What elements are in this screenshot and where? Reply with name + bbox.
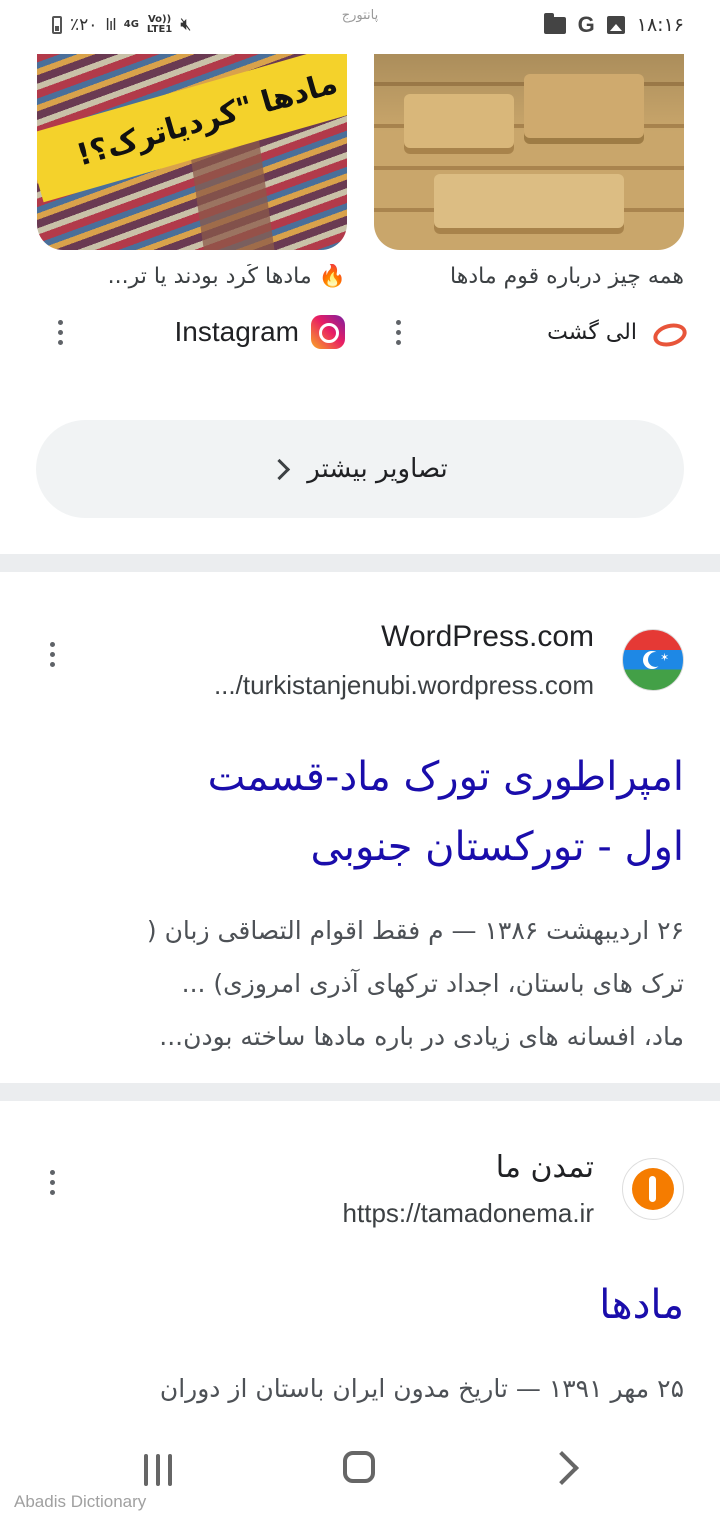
- result-title[interactable]: امپراطوری تورک ماد-قسمت اول - تورکستان ج…: [44, 742, 684, 882]
- more-options-icon[interactable]: [42, 1162, 62, 1202]
- status-bar: ٪۲۰ lıl 4G Vo)) LTE1 🔇︎ پانتورج G ۱۸:۱۶: [0, 0, 720, 54]
- status-right: G ۱۸:۱۶: [543, 12, 684, 38]
- result-title-line: اول - تورکستان جنوبی: [310, 824, 684, 870]
- gallery-icon: [606, 16, 625, 34]
- thumbnail-banner-text: مادها "کردیاترک؟!: [37, 54, 347, 203]
- google-icon: G: [577, 12, 595, 37]
- back-icon[interactable]: [545, 1451, 579, 1485]
- site-url[interactable]: .../turkistanjenubi.wordpress.com: [214, 670, 594, 701]
- more-options-icon[interactable]: [42, 634, 62, 674]
- result-title-line: امپراطوری تورک ماد-قسمت: [207, 754, 684, 800]
- recent-apps-icon[interactable]: [144, 1454, 178, 1486]
- site-favicon: ✶: [622, 629, 684, 691]
- result-snippet: ۲۵ مهر ۱۳۹۱ — تاریخ مدون ایران باستان از…: [36, 1362, 684, 1415]
- tamadon-logo-icon: [632, 1168, 674, 1210]
- result-snippet: ۲۶ اردیبهشت ۱۳۸۶ — م فقط اقوام التصاقی ز…: [36, 904, 684, 1063]
- folder-icon: [543, 12, 566, 34]
- instagram-icon: [311, 315, 345, 349]
- home-icon[interactable]: [343, 1451, 375, 1483]
- more-images-label: تصاویر بیشتر: [307, 454, 448, 484]
- image-source[interactable]: الی گشت: [460, 310, 685, 354]
- result-title[interactable]: مادها: [44, 1270, 684, 1340]
- star-icon: ✶: [660, 651, 670, 664]
- site-url[interactable]: https://tamadonema.ir: [343, 1198, 594, 1229]
- image-source[interactable]: Instagram: [150, 310, 345, 354]
- image-result-thumbnail[interactable]: [374, 54, 684, 250]
- image-result-thumbnail[interactable]: مادها "کردیاترک؟!: [37, 54, 347, 250]
- site-name[interactable]: تمدن ما: [496, 1150, 594, 1185]
- clock: ۱۸:۱۶: [636, 14, 684, 36]
- site-name[interactable]: WordPress.com: [381, 620, 594, 654]
- more-images-button[interactable]: تصاویر بیشتر: [36, 420, 684, 518]
- snippet-line: ترک های باستان، اجداد ترکهای آذری امروزی…: [181, 969, 684, 998]
- image-result-caption[interactable]: همه چیز درباره قوم مادها: [384, 264, 684, 289]
- thumbnail-detail: [524, 74, 644, 144]
- snippet-line: ۲۵ مهر ۱۳۹۱ — تاریخ مدون ایران باستان از…: [159, 1374, 684, 1403]
- site-favicon: [622, 1158, 684, 1220]
- elligasht-icon: [649, 314, 685, 350]
- image-source-name: Instagram: [174, 316, 300, 347]
- snippet-line: ۲۶ اردیبهشت ۱۳۸۶ — م فقط اقوام التصاقی ز…: [146, 916, 684, 945]
- thumbnail-detail: [434, 174, 624, 234]
- result-title-line: مادها: [599, 1282, 684, 1328]
- snippet-line: ماد، افسانه های زیادی در باره مادها ساخت…: [159, 1022, 684, 1051]
- chevron-right-icon: [269, 458, 291, 480]
- crescent-icon: [643, 651, 663, 669]
- more-options-icon[interactable]: [388, 312, 408, 352]
- section-divider: [0, 1083, 720, 1101]
- image-result-caption[interactable]: 🔥 مادها کُرد بودند یا تر...: [46, 264, 346, 289]
- image-source-name: الی گشت: [547, 319, 637, 345]
- more-options-icon[interactable]: [50, 312, 70, 352]
- thumbnail-detail: [404, 94, 514, 154]
- watermark: Abadis Dictionary: [14, 1492, 147, 1511]
- section-divider: [0, 554, 720, 572]
